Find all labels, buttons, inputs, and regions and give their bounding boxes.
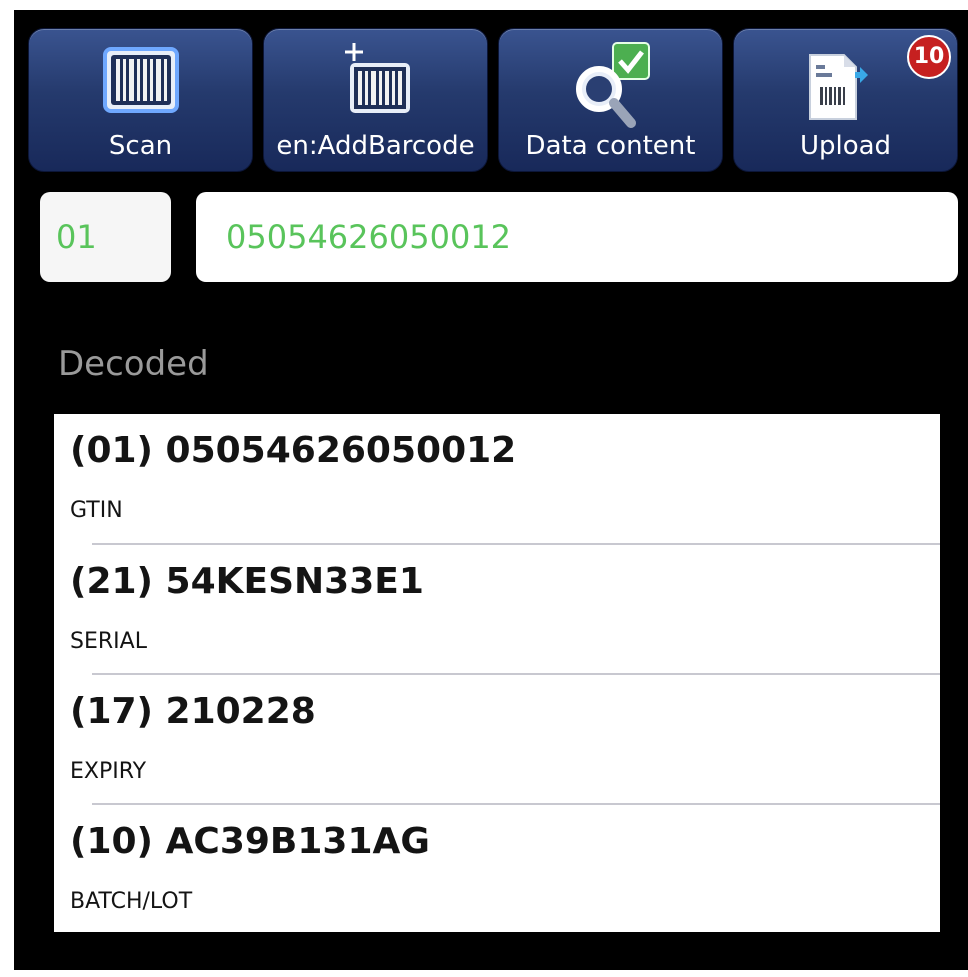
decoded-item-gtin[interactable]: (01) 05054626050012 GTIN: [54, 414, 940, 543]
decoded-code: (10) AC39B131AG: [70, 821, 430, 862]
decoded-label: GTIN: [70, 498, 123, 523]
decoded-item-serial[interactable]: (21) 54KESN33E1 SERIAL: [54, 545, 940, 674]
decoded-label: SERIAL: [70, 629, 147, 654]
barcode-value-text: 05054626050012: [226, 218, 512, 256]
scan-button[interactable]: Scan: [28, 28, 253, 172]
screen-border-bottom: [0, 970, 968, 977]
add-barcode-button-label: en:AddBarcode: [276, 131, 475, 161]
decoded-item-batch-lot[interactable]: (10) AC39B131AG BATCH/LOT: [54, 805, 940, 934]
data-content-button[interactable]: Data content: [498, 28, 723, 172]
data-content-button-label: Data content: [525, 131, 696, 161]
decoded-code: (21) 54KESN33E1: [70, 561, 424, 602]
decoded-label: EXPIRY: [70, 759, 147, 784]
screen-border-left: [0, 0, 14, 977]
decoded-label: BATCH/LOT: [70, 889, 193, 914]
decoded-heading: Decoded: [58, 344, 209, 384]
add-barcode-icon: [344, 43, 410, 113]
barcode-value-field[interactable]: 05054626050012: [196, 192, 958, 282]
ai-code-value: 01: [56, 218, 97, 256]
screen-border-top: [0, 0, 968, 10]
search-check-icon: [575, 42, 650, 128]
upload-button-label: Upload: [799, 131, 892, 161]
decoded-list: (01) 05054626050012 GTIN (21) 54KESN33E1…: [54, 414, 940, 932]
toolbar: Scan en:AddBarcode Data content 10 Uploa…: [28, 28, 958, 172]
decoded-code: (01) 05054626050012: [70, 430, 517, 471]
upload-badge-count: 10: [913, 44, 945, 69]
decoded-item-expiry[interactable]: (17) 210228 EXPIRY: [54, 675, 940, 804]
barcode-icon: [102, 47, 179, 113]
upload-document-icon: [808, 54, 868, 120]
scan-button-label: Scan: [108, 131, 173, 161]
ai-code-field[interactable]: 01: [40, 192, 171, 282]
upload-button[interactable]: 10 Upload: [733, 28, 958, 172]
decoded-code: (17) 210228: [70, 691, 316, 732]
upload-badge: 10: [907, 35, 951, 79]
add-barcode-button[interactable]: en:AddBarcode: [263, 28, 488, 172]
